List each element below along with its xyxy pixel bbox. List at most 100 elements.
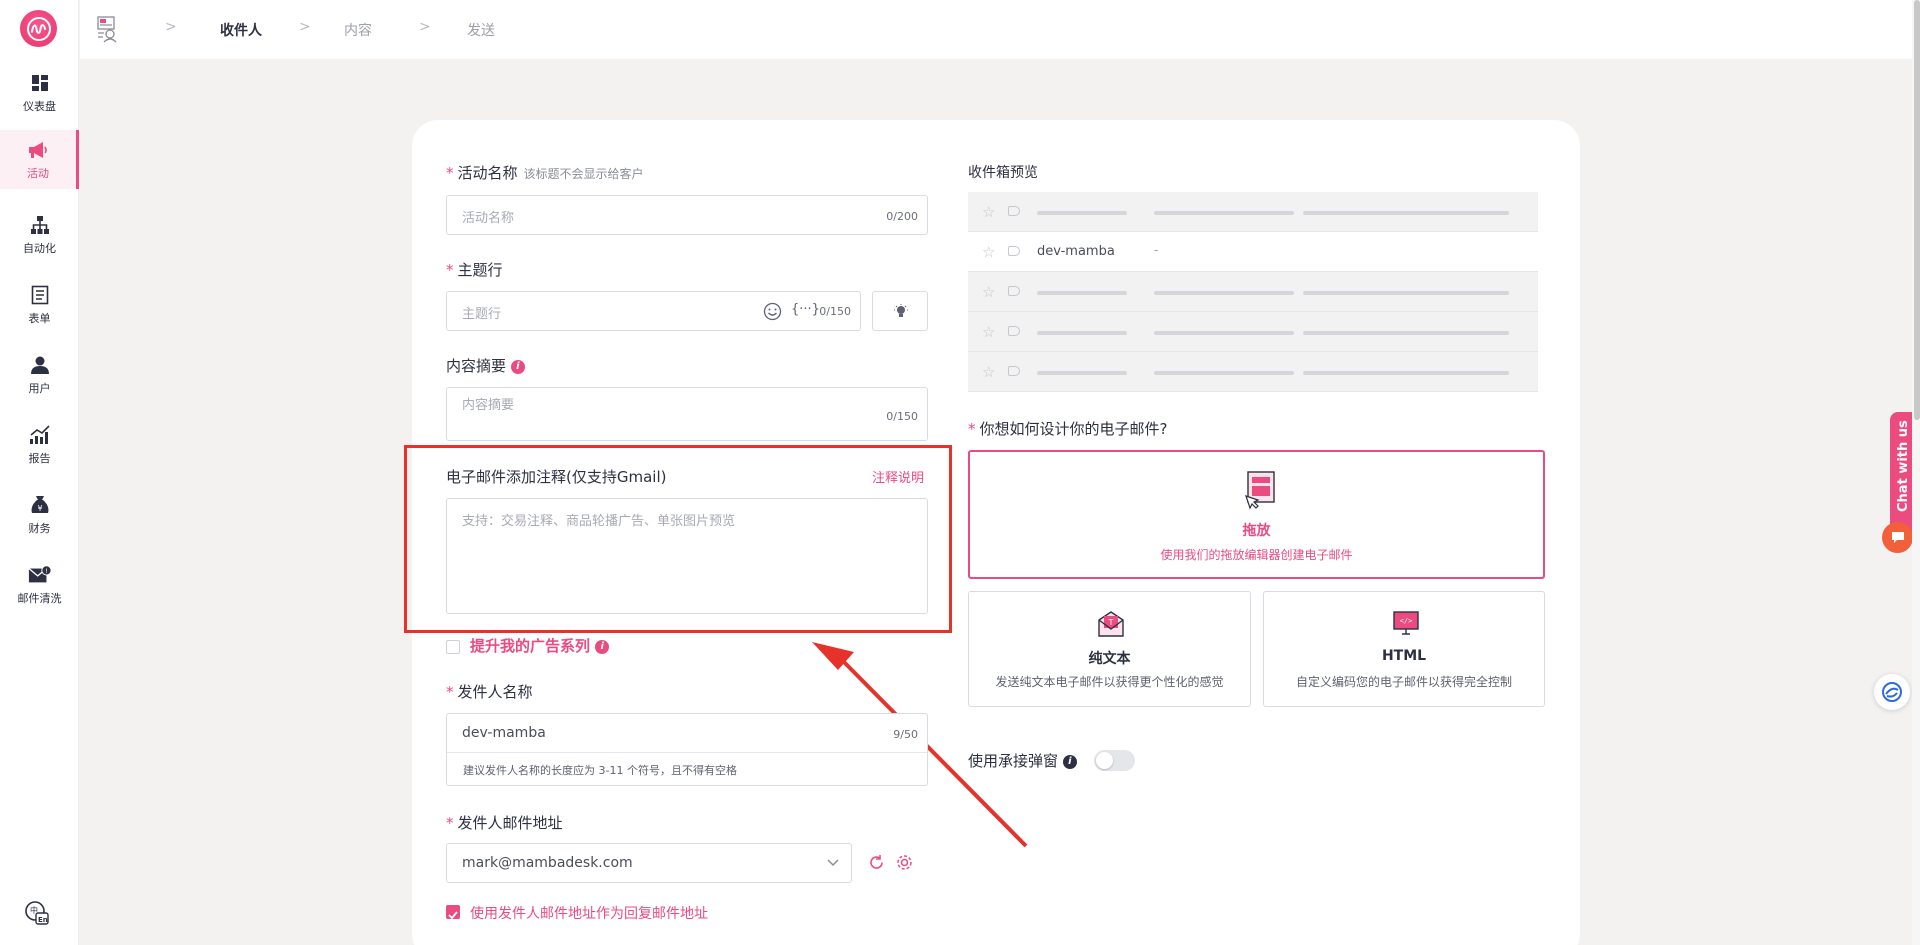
placeholder-bar bbox=[1303, 371, 1509, 375]
sidebar-item-reports[interactable]: 报告 bbox=[0, 415, 79, 473]
sidebar-item-forms[interactable]: 表单 bbox=[0, 275, 79, 333]
html-desc: 自定义编码您的电子邮件以获得完全控制 bbox=[1295, 675, 1512, 689]
sidebar-item-label: 表单 bbox=[28, 311, 51, 325]
sidebar-item-finance[interactable]: ¥ 财务 bbox=[0, 485, 79, 543]
placeholder-bar bbox=[1303, 291, 1509, 295]
sender-name-counter: 9/50 bbox=[893, 728, 918, 741]
sender-name-value: dev-mamba bbox=[462, 725, 546, 741]
placeholder-bar bbox=[1037, 371, 1127, 375]
preview-row: ☆ bbox=[968, 192, 1538, 232]
breadcrumb-step-send[interactable]: 发送 bbox=[467, 20, 495, 40]
placeholder-bar bbox=[1154, 371, 1294, 375]
breadcrumb-separator: > bbox=[419, 19, 431, 35]
placeholder-bar bbox=[1037, 211, 1127, 215]
preview-row: ☆ bbox=[968, 272, 1538, 312]
report-icon bbox=[28, 423, 52, 447]
popup-info-icon[interactable]: i bbox=[1062, 754, 1077, 769]
sidebar-item-label: 用户 bbox=[28, 381, 51, 395]
preheader-counter: 0/150 bbox=[886, 410, 918, 423]
preview-row: ☆ bbox=[968, 352, 1538, 392]
label-icon bbox=[1008, 206, 1020, 216]
preview-row-sender: ☆ dev-mamba - bbox=[968, 232, 1538, 272]
drag-drop-title: 拖放 bbox=[1242, 523, 1271, 539]
personalization-icon[interactable]: {···} bbox=[791, 302, 820, 317]
preview-row: ☆ bbox=[968, 312, 1538, 352]
money-bag-icon: ¥ bbox=[28, 493, 52, 517]
subject-placeholder: 主题行 bbox=[462, 307, 502, 322]
sidebar: 仪表盘 活动 自动化 表单 用户 报告 ¥ 财务 ! 邮件清洗 中 En bbox=[0, 0, 79, 945]
form-icon bbox=[28, 283, 52, 307]
campaign-name-input[interactable]: 活动名称 0/200 bbox=[446, 195, 928, 235]
subject-label: * 主题行 bbox=[446, 261, 503, 279]
inbox-preview-title: 收件箱预览 bbox=[968, 165, 1038, 181]
sender-email-select[interactable]: mark@mambadesk.com bbox=[446, 843, 852, 883]
sidebar-item-automation[interactable]: 自动化 bbox=[0, 205, 79, 263]
sidebar-item-mail-cleaning[interactable]: ! 邮件清洗 bbox=[0, 555, 79, 613]
subject-ideas-button[interactable] bbox=[872, 291, 928, 331]
subject-input[interactable]: 主题行 {···} 0/150 bbox=[446, 291, 861, 331]
preheader-label: 内容摘要 i bbox=[446, 355, 525, 376]
scrollbar-thumb[interactable] bbox=[1914, 0, 1920, 420]
user-icon bbox=[28, 353, 52, 377]
breadcrumb-separator: > bbox=[165, 19, 177, 35]
design-option-html[interactable]: </> HTML 自定义编码您的电子邮件以获得完全控制 bbox=[1263, 591, 1545, 707]
chat-bubble-icon[interactable] bbox=[1882, 522, 1913, 553]
breadcrumb-step-recipients[interactable]: 收件人 bbox=[220, 20, 262, 40]
sidebar-item-dashboard[interactable]: 仪表盘 bbox=[0, 63, 79, 121]
reply-to-label: 使用发件人邮件地址作为回复邮件地址 bbox=[470, 906, 708, 922]
check-icon bbox=[448, 911, 458, 920]
placeholder-bar bbox=[1154, 291, 1294, 295]
campaign-name-counter: 0/200 bbox=[886, 210, 918, 223]
sender-email-label: * 发件人邮件地址 bbox=[446, 814, 563, 832]
sidebar-item-label: 财务 bbox=[28, 521, 51, 535]
sidebar-item-campaigns[interactable]: 活动 bbox=[0, 130, 79, 189]
preheader-input[interactable]: 内容摘要 0/150 bbox=[446, 387, 928, 441]
hierarchy-icon bbox=[28, 213, 52, 237]
preheader-placeholder: 内容摘要 bbox=[462, 398, 515, 413]
label-icon bbox=[1008, 326, 1020, 336]
placeholder-bar bbox=[1303, 211, 1509, 215]
campaign-name-label: * 活动名称 该标题不会显示给客户 bbox=[446, 164, 644, 182]
emoji-icon[interactable] bbox=[763, 302, 782, 321]
design-option-plain-text[interactable]: T 纯文本 发送纯文本电子邮件以获得更个性化的感觉 bbox=[968, 591, 1251, 707]
inbox-preview: ☆ ☆ dev-mamba - ☆ ☆ ☆ bbox=[968, 192, 1538, 394]
plain-text-desc: 发送纯文本电子邮件以获得更个性化的感觉 bbox=[995, 675, 1224, 689]
app-logo[interactable] bbox=[20, 10, 57, 47]
svg-text:!: ! bbox=[45, 567, 48, 575]
gear-icon[interactable] bbox=[896, 854, 913, 871]
svg-text:En: En bbox=[38, 916, 48, 924]
label-icon bbox=[1008, 366, 1020, 376]
label-icon bbox=[1008, 286, 1020, 296]
html-code-icon: </> bbox=[1393, 611, 1419, 635]
label-icon bbox=[1008, 246, 1020, 256]
design-option-drag-drop[interactable]: 拖放 使用我们的拖放编辑器创建电子邮件 bbox=[968, 450, 1545, 579]
campaign-name-hint: 该标题不会显示给客户 bbox=[523, 167, 644, 181]
sidebar-item-label: 自动化 bbox=[23, 241, 56, 255]
plain-text-icon: T bbox=[1098, 611, 1124, 637]
reply-to-checkbox[interactable] bbox=[446, 905, 460, 920]
assistant-icon[interactable] bbox=[1874, 674, 1910, 710]
breadcrumb-step-content[interactable]: 内容 bbox=[344, 20, 372, 40]
sidebar-item-label: 仪表盘 bbox=[23, 99, 56, 113]
mail-clean-icon: ! bbox=[28, 563, 52, 587]
sidebar-item-label: 邮件清洗 bbox=[17, 591, 62, 605]
campaign-steps-icon bbox=[96, 15, 120, 43]
popup-toggle[interactable] bbox=[1094, 750, 1135, 771]
language-icon[interactable]: 中 En bbox=[24, 900, 50, 926]
sender-name-label: * 发件人名称 bbox=[446, 683, 533, 701]
refresh-icon[interactable] bbox=[868, 854, 885, 871]
sender-name-input[interactable]: dev-mamba 9/50 建议发件人名称的长度应为 3-11 个符号，且不得… bbox=[446, 713, 928, 786]
lightbulb-icon bbox=[894, 304, 908, 317]
promote-info-icon[interactable]: i bbox=[595, 639, 610, 654]
drag-drop-desc: 使用我们的拖放编辑器创建电子邮件 bbox=[1160, 548, 1353, 562]
top-bar: > 收件人 > 内容 > 发送 bbox=[80, 0, 1920, 59]
sidebar-item-label: 活动 bbox=[27, 167, 49, 180]
promote-checkbox[interactable] bbox=[446, 640, 460, 654]
placeholder-bar bbox=[1037, 331, 1127, 335]
chat-label: Chat with us bbox=[1896, 420, 1911, 512]
sidebar-item-users[interactable]: 用户 bbox=[0, 345, 79, 403]
svg-text:T: T bbox=[1108, 618, 1114, 627]
preheader-info-icon[interactable]: i bbox=[510, 359, 525, 374]
placeholder-bar bbox=[1154, 331, 1294, 335]
svg-text:¥: ¥ bbox=[37, 504, 42, 513]
